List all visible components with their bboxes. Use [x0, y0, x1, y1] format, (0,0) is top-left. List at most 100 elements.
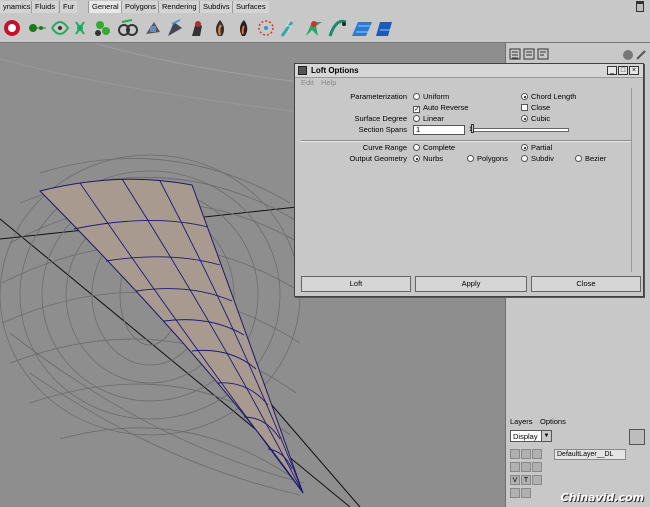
fluid-icon[interactable]	[376, 22, 392, 36]
radio-button	[521, 155, 528, 162]
shelf-tab-subdivs[interactable]: Subdivs	[199, 1, 233, 13]
loft-options-dialog: Loft Options _ □ × Edit Help Parameteriz…	[294, 63, 644, 297]
channel-box-icon[interactable]	[509, 48, 521, 60]
curve-range-label: Curve Range	[362, 143, 407, 152]
layer-box[interactable]	[510, 462, 520, 472]
watermark-text: Chinavid.com	[560, 491, 644, 504]
radio-button	[413, 144, 420, 151]
lofted-surface[interactable]	[39, 178, 304, 494]
layer-visibility-toggle[interactable]: V	[510, 475, 520, 485]
panel-pin-icon[interactable]	[636, 50, 646, 60]
layer-refresh-icon[interactable]	[629, 429, 645, 445]
radio-uniform[interactable]: Uniform	[413, 92, 449, 102]
radio-button	[467, 155, 474, 162]
trash-icon[interactable]	[636, 1, 644, 12]
layer-name-default[interactable]: DefaultLayer__DL	[554, 449, 626, 460]
auto-reverse-label: Auto Reverse	[423, 103, 469, 112]
close-button[interactable]: Close	[531, 276, 641, 292]
shelf-tab-rendering[interactable]: Rendering	[158, 1, 200, 13]
layer-template-toggle[interactable]: T	[521, 475, 531, 485]
radio-chord-length[interactable]: Chord Length	[521, 92, 576, 102]
curve-flow-icon[interactable]	[328, 19, 347, 37]
layer-row-default: V T	[510, 475, 646, 486]
field-icon[interactable]	[75, 21, 85, 35]
section-spans-slider-track[interactable]	[471, 128, 569, 132]
layer-box[interactable]	[532, 475, 542, 485]
options-menu[interactable]: Options	[540, 416, 566, 428]
layer-row-2	[510, 462, 646, 473]
layer-color-box[interactable]	[532, 449, 542, 459]
radio-button-selected	[413, 155, 420, 162]
shelf-tab-fur[interactable]: Fur	[59, 1, 78, 13]
section-spans-slider-thumb[interactable]	[471, 124, 474, 133]
radio-nurbs[interactable]: Nurbs	[413, 154, 443, 164]
layer-box[interactable]	[532, 462, 542, 472]
collide-icon[interactable]	[95, 21, 110, 36]
maya-window-icon	[298, 66, 307, 75]
shelf	[0, 14, 650, 43]
particle-icon[interactable]	[29, 24, 46, 32]
dialog-scrollbar[interactable]	[631, 88, 641, 272]
radio-partial[interactable]: Partial	[521, 143, 552, 153]
panel-lock-icon[interactable]	[623, 50, 633, 60]
soft-body-icon[interactable]	[168, 19, 182, 36]
radio-button-selected	[521, 115, 528, 122]
display-select[interactable]: Display ▼	[510, 430, 552, 442]
checkmark-icon: ✓	[413, 106, 420, 113]
display-select-value: Display	[513, 432, 538, 441]
radio-cubic[interactable]: Cubic	[521, 114, 550, 124]
emitter-icon[interactable]	[51, 21, 70, 35]
parameterization-label: Parameterization	[350, 92, 407, 101]
maximize-button[interactable]: □	[618, 66, 628, 75]
radio-linear[interactable]: Linear	[413, 114, 444, 124]
close-checkbox[interactable]: Close	[521, 103, 550, 113]
constraint-icon[interactable]	[146, 22, 160, 34]
layer-box[interactable]	[521, 488, 531, 498]
panel-toolbar-icons	[509, 48, 646, 60]
apply-button[interactable]: Apply	[415, 276, 527, 292]
radio-complete-label: Complete	[423, 143, 456, 152]
shatter-icon[interactable]	[306, 21, 322, 36]
divider	[301, 140, 637, 142]
layer-template-box[interactable]	[521, 449, 531, 459]
help-menu[interactable]: Help	[321, 78, 336, 88]
layer-box[interactable]	[510, 488, 520, 498]
lightning-icon[interactable]	[280, 19, 294, 37]
shelf-tab-polygons[interactable]: Polygons	[121, 1, 159, 13]
auto-reverse-checkbox[interactable]: ✓ Auto Reverse	[413, 103, 468, 113]
minimize-button[interactable]: _	[607, 66, 617, 75]
radio-polygons[interactable]: Polygons	[467, 154, 508, 164]
radio-partial-label: Partial	[531, 143, 553, 152]
dialog-titlebar[interactable]: Loft Options _ □ ×	[295, 64, 643, 78]
edit-menu[interactable]: Edit	[301, 78, 314, 88]
goal-icon[interactable]	[192, 21, 202, 36]
section-spans-input[interactable]: 1	[413, 125, 465, 135]
surface-flow-icon[interactable]	[352, 22, 372, 36]
dialog-title: Loft Options	[311, 66, 359, 75]
section-spans-label: Section Spans	[358, 125, 407, 134]
layer-box[interactable]	[521, 462, 531, 472]
close-window-button[interactable]: ×	[629, 66, 639, 75]
dynamics-icon[interactable]	[4, 20, 20, 36]
layer-visibility-box[interactable]	[510, 449, 520, 459]
radio-uniform-label: Uniform	[423, 92, 450, 101]
output-geometry-label: Output Geometry	[349, 154, 407, 163]
rigid-body-icon[interactable]	[118, 19, 138, 36]
fire-icon[interactable]	[215, 20, 225, 36]
radio-button-selected	[521, 144, 528, 151]
loft-button[interactable]: Loft	[301, 276, 411, 292]
radio-cubic-label: Cubic	[531, 114, 551, 123]
radio-complete[interactable]: Complete	[413, 143, 455, 153]
layers-menu[interactable]: Layers	[510, 416, 533, 428]
radio-bezier[interactable]: Bezier	[575, 154, 606, 164]
fireworks-icon[interactable]	[258, 20, 274, 36]
attribute-editor-icon[interactable]	[523, 48, 535, 60]
shelf-tab-general[interactable]: General	[88, 1, 122, 13]
layer-row-empty: DefaultLayer__DL	[510, 449, 646, 460]
shelf-tab-surfaces[interactable]: Surfaces	[232, 1, 269, 13]
radio-subdiv[interactable]: Subdiv	[521, 154, 554, 164]
tool-settings-icon[interactable]	[537, 48, 549, 60]
smoke-icon[interactable]	[239, 20, 248, 36]
shelf-tab-fluids[interactable]: Fluids	[31, 1, 59, 13]
shelf-tab-dynamics[interactable]: ynamics	[0, 1, 34, 13]
